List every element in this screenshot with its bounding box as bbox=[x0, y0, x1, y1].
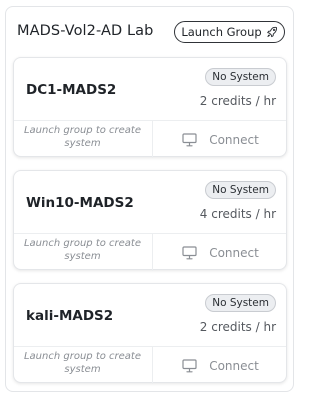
status-badge: No System bbox=[205, 68, 276, 86]
connect-label: Connect bbox=[209, 132, 259, 147]
card-top: Win10-MADS2 No System 4 credits / hr bbox=[14, 171, 286, 234]
launch-hint: Launch group to create system bbox=[23, 125, 141, 149]
card-top: kali-MADS2 No System 2 credits / hr bbox=[14, 284, 286, 347]
card-footer: Launch group to create system Connect bbox=[14, 347, 286, 384]
launch-hint: Launch group to create system bbox=[23, 238, 141, 262]
system-name: DC1-MADS2 bbox=[26, 82, 117, 98]
launch-hint: Launch group to create system bbox=[23, 351, 141, 375]
credit-rate: 4 credits / hr bbox=[199, 207, 276, 221]
monitor-icon bbox=[182, 245, 197, 259]
system-name: kali-MADS2 bbox=[26, 308, 114, 324]
status-badge: No System bbox=[205, 294, 276, 312]
launch-group-button[interactable]: Launch Group bbox=[174, 21, 285, 43]
rocket-icon bbox=[266, 26, 277, 38]
card-top: DC1-MADS2 No System 2 credits / hr bbox=[14, 58, 286, 121]
lab-title: MADS-Vol2-AD Lab bbox=[17, 23, 154, 39]
connect-label: Connect bbox=[209, 358, 259, 373]
connect-label: Connect bbox=[209, 245, 259, 260]
status-badge: No System bbox=[205, 181, 276, 199]
credit-rate: 2 credits / hr bbox=[199, 320, 276, 334]
system-card: kali-MADS2 No System 2 credits / hr Laun… bbox=[13, 283, 287, 384]
system-card: Win10-MADS2 No System 4 credits / hr Lau… bbox=[13, 170, 287, 271]
system-name: Win10-MADS2 bbox=[26, 195, 134, 211]
launch-group-label: Launch Group bbox=[181, 25, 262, 39]
lab-header: MADS-Vol2-AD Lab Launch Group bbox=[6, 7, 293, 57]
card-footer: Launch group to create system Connect bbox=[14, 234, 286, 271]
lab-panel: MADS-Vol2-AD Lab Launch Group DC1-MADS2 … bbox=[5, 6, 294, 392]
system-card: DC1-MADS2 No System 2 credits / hr Launc… bbox=[13, 57, 287, 158]
credit-rate: 2 credits / hr bbox=[199, 94, 276, 108]
monitor-icon bbox=[182, 358, 197, 372]
monitor-icon bbox=[182, 132, 197, 146]
connect-button[interactable]: Connect bbox=[153, 347, 288, 384]
connect-button[interactable]: Connect bbox=[153, 121, 288, 158]
connect-button[interactable]: Connect bbox=[153, 234, 288, 271]
card-footer: Launch group to create system Connect bbox=[14, 121, 286, 158]
